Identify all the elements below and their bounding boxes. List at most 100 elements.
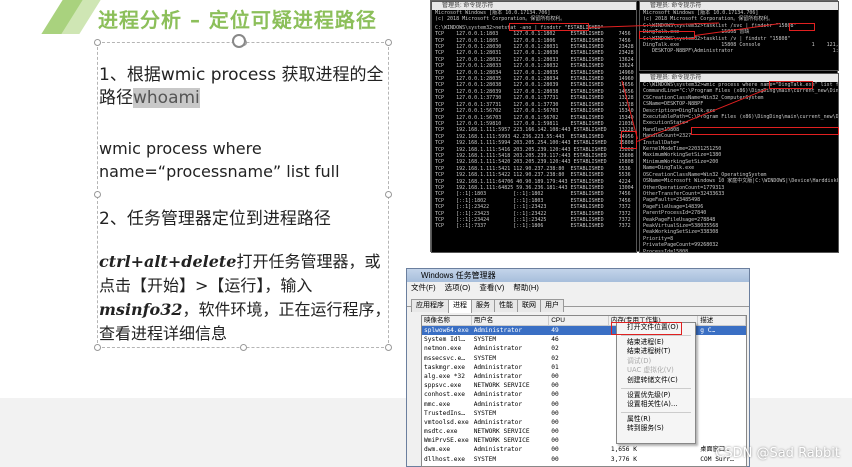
- context-menu-item[interactable]: 属性(R): [617, 415, 695, 425]
- process-cell-cpu: 00: [551, 400, 559, 408]
- process-cell-cpu: 00: [551, 428, 559, 436]
- tab-4[interactable]: 联网: [517, 299, 541, 312]
- process-cell-user: NETWORK SERVICE: [473, 382, 530, 390]
- process-table: 映像名称 用户名 CPU 内存(专用工作集) 描述 splwow64.exe Admini…: [421, 315, 747, 467]
- process-row[interactable]: msdtc.exe NETWORK SERVICE 00: [422, 427, 746, 436]
- process-cell-desc: [698, 436, 746, 445]
- process-cell-desc: [698, 344, 746, 353]
- process-row[interactable]: dwm.exe Administrator 00 1,656 K 桌面窗口…: [422, 445, 746, 454]
- process-cell-cpu: 02: [551, 345, 559, 353]
- column-header[interactable]: 用户名: [472, 316, 550, 325]
- process-row[interactable]: netmon.exe Administrator 02: [422, 344, 746, 353]
- resize-handle[interactable]: [94, 39, 101, 46]
- resize-handle[interactable]: [94, 191, 101, 198]
- process-cell-cpu: 00: [551, 437, 559, 445]
- resize-handle[interactable]: [385, 191, 392, 198]
- menu-separator: [621, 387, 691, 389]
- process-cell-cpu: 00: [551, 372, 559, 380]
- column-header[interactable]: 映像名称: [422, 316, 472, 325]
- cmd-title-bar: 管理员: 命令提示符: [432, 2, 636, 10]
- process-context-menu: 打开文件位置(O) 结束进程(E) 结束进程树(T) 调试(D) UAC 虚拟化(V) 创…: [616, 322, 696, 444]
- process-cell-name: alg.exe *32: [424, 372, 465, 380]
- context-menu-item[interactable]: 转到服务(S): [617, 424, 695, 434]
- process-cell-user: Administrator: [473, 327, 523, 334]
- process-row[interactable]: TrustedIns… SYSTEM 00: [422, 409, 746, 418]
- wmic-line: OSName=Microsoft Windows 10 家庭中文版|C:\WIN…: [643, 178, 838, 185]
- process-cell-name: conhost.exe: [424, 391, 465, 399]
- highlighted-command: whoami: [133, 88, 200, 108]
- process-row[interactable]: mmc.exe Administrator 00: [422, 400, 746, 409]
- menu-item[interactable]: 文件(F): [411, 283, 436, 292]
- process-cell-user: Administrator: [473, 363, 523, 371]
- process-cell-user: Administrator: [473, 345, 523, 353]
- tab-3[interactable]: 性能: [494, 299, 518, 312]
- process-cell-cpu: 01: [551, 363, 559, 371]
- column-header[interactable]: 描述: [698, 316, 746, 325]
- process-cell-name: mmc.exe: [424, 400, 451, 408]
- process-cell-name: dllhost.exe: [424, 455, 465, 463]
- netstat-row: TCP 127.0.0.1:28031 127.0.0.1:28030 ESTA…: [435, 50, 634, 57]
- process-cell-cpu: 00: [551, 455, 559, 463]
- process-cell-desc: [698, 363, 746, 372]
- process-row[interactable]: System Idl… SYSTEM 46: [422, 335, 746, 344]
- process-row[interactable]: vmtoolsd.exe Administrator 00: [422, 418, 746, 427]
- task-manager-menu-bar: 文件(F) 选项(O) 查看(V) 帮助(H): [407, 282, 749, 293]
- cmd-screenshot: 管理员: 命令提示符 Microsoft Windows [版本 10.0.17…: [430, 0, 839, 253]
- process-cell-desc: [698, 335, 746, 344]
- process-cell-cpu: 00: [551, 409, 559, 417]
- context-menu-item[interactable]: 结束进程树(T): [617, 347, 695, 357]
- process-cell-cpu: 00: [551, 446, 559, 454]
- process-cell-user: NETWORK SERVICE: [473, 437, 530, 445]
- netstat-row: TCP 127.0.0.1:1803 127.0.0.1:1802 ESTABL…: [435, 31, 631, 38]
- process-row[interactable]: WmiPrvSE.exe NETWORK SERVICE 00: [422, 436, 746, 445]
- msinfo-command: msinfo32: [99, 300, 183, 319]
- process-cell-desc: [698, 409, 746, 418]
- netstat-row: TCP 127.0.0.1:37730 127.0.0.1:37731 ESTA…: [435, 95, 634, 102]
- process-cell-name: TrustedIns…: [424, 409, 465, 417]
- process-row[interactable]: sppsvc.exe NETWORK SERVICE 00: [422, 381, 746, 390]
- netstat-row: TCP 192.168.1.111:5420 203.205.239.120:4…: [435, 159, 634, 166]
- process-cell-name: msdtc.exe: [424, 428, 458, 436]
- column-header[interactable]: CPU: [549, 316, 609, 325]
- process-row[interactable]: conhost.exe Administrator 00: [422, 390, 746, 399]
- tasklist-line: DESKTOP-N8BPF\Administrator 1:11:26 Ding…: [652, 48, 839, 55]
- netstat-row: TCP [::1]:1803 [::1]:1802 ESTABLISHED 74…: [435, 191, 631, 198]
- context-menu-item: 调试(D): [627, 356, 652, 365]
- cmd-netstat-window: 管理员: 命令提示符 Microsoft Windows [版本 10.0.17…: [431, 1, 637, 253]
- process-row[interactable]: taskmgr.exe Administrator 01: [422, 363, 746, 372]
- rotate-handle-icon[interactable]: [232, 34, 246, 48]
- process-cell-desc: [698, 372, 746, 381]
- netstat-row: TCP [::1]:7337 [::1]:1806 ESTABLISHED 73…: [435, 223, 631, 230]
- highlight-box: [509, 23, 589, 31]
- tab-1[interactable]: 进程: [448, 299, 472, 313]
- process-cell-cpu: 46: [551, 336, 559, 344]
- wmic-line: CommandLine="C:\Program Files (x86)\Ding…: [643, 88, 839, 95]
- process-row[interactable]: mssecsvc.e… SYSTEM 02: [422, 354, 746, 363]
- process-cell-desc: [698, 427, 746, 436]
- process-row[interactable]: dllhost.exe SYSTEM 00 3,776 K COM Surr…: [422, 455, 746, 464]
- process-row[interactable]: splwow64.exe Administrator 49 g C…: [422, 326, 746, 336]
- process-cell-desc: [698, 418, 746, 427]
- context-menu-item[interactable]: 设置相关性(A)…: [617, 400, 695, 410]
- menu-item[interactable]: 帮助(H): [513, 283, 538, 292]
- context-menu-item[interactable]: 创建转储文件(C): [617, 376, 695, 386]
- process-cell-cpu: 00: [551, 418, 559, 426]
- netstat-row: TCP 127.0.0.1:28038 127.0.0.1:28039 ESTA…: [435, 82, 634, 89]
- point-2: 2、任务管理器定位到进程路径: [99, 209, 331, 229]
- menu-item[interactable]: 查看(V): [479, 283, 504, 292]
- process-cell-cpu: 00: [551, 391, 559, 399]
- process-cell-name: vmtoolsd.exe: [424, 418, 469, 426]
- process-cell-name: mssecsvc.e…: [424, 354, 465, 362]
- tab-2[interactable]: 服务: [471, 299, 495, 312]
- process-cell-desc: [698, 390, 746, 399]
- tab-5[interactable]: 用户: [540, 299, 564, 312]
- resize-handle[interactable]: [385, 39, 392, 46]
- context-menu-item[interactable]: 结束进程(E): [617, 338, 695, 348]
- tab-0[interactable]: 应用程序: [411, 299, 449, 312]
- context-menu-item[interactable]: 设置优先级(P): [617, 391, 695, 401]
- process-cell-name: WmiPrvSE.exe: [424, 437, 469, 445]
- menu-item[interactable]: 选项(O): [445, 283, 471, 292]
- process-row[interactable]: alg.exe *32 Administrator 00: [422, 372, 746, 381]
- point-1-command: wmic process where name=“processname” li…: [99, 139, 340, 181]
- process-cell-user: Administrator: [473, 400, 523, 408]
